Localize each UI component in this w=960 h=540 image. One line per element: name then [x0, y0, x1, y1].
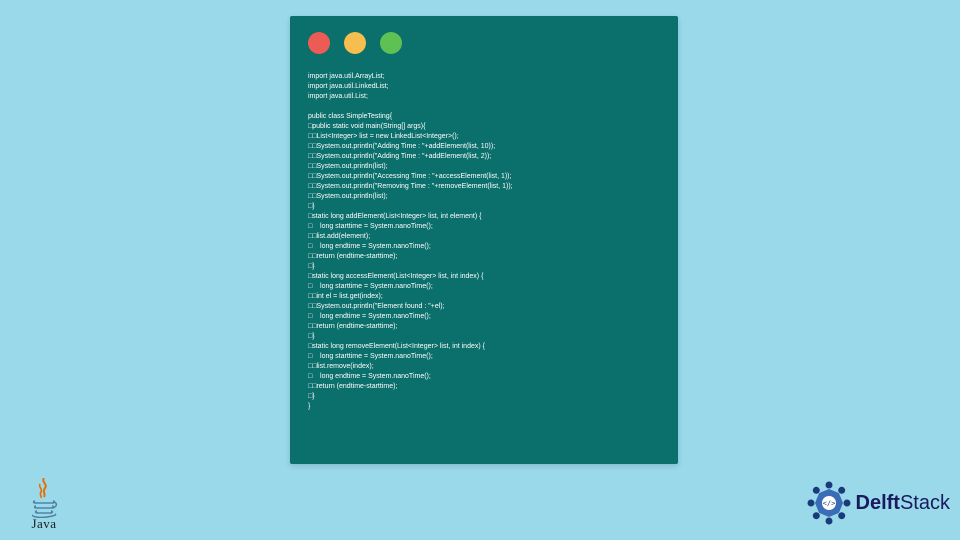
- code-block: import java.util.ArrayList; import java.…: [308, 72, 660, 412]
- delftstack-logo: </> DelftStack: [806, 480, 950, 526]
- svg-text:</>: </>: [822, 500, 835, 508]
- code-window: import java.util.ArrayList; import java.…: [290, 16, 678, 464]
- java-logo: Java: [20, 478, 68, 532]
- close-icon: [308, 32, 330, 54]
- maximize-icon: [380, 32, 402, 54]
- java-cup-icon: [27, 478, 61, 518]
- minimize-icon: [344, 32, 366, 54]
- traffic-lights: [308, 32, 660, 54]
- delftstack-label: DelftStack: [856, 492, 950, 515]
- delftstack-badge-icon: </>: [806, 480, 852, 526]
- java-label: Java: [20, 516, 68, 532]
